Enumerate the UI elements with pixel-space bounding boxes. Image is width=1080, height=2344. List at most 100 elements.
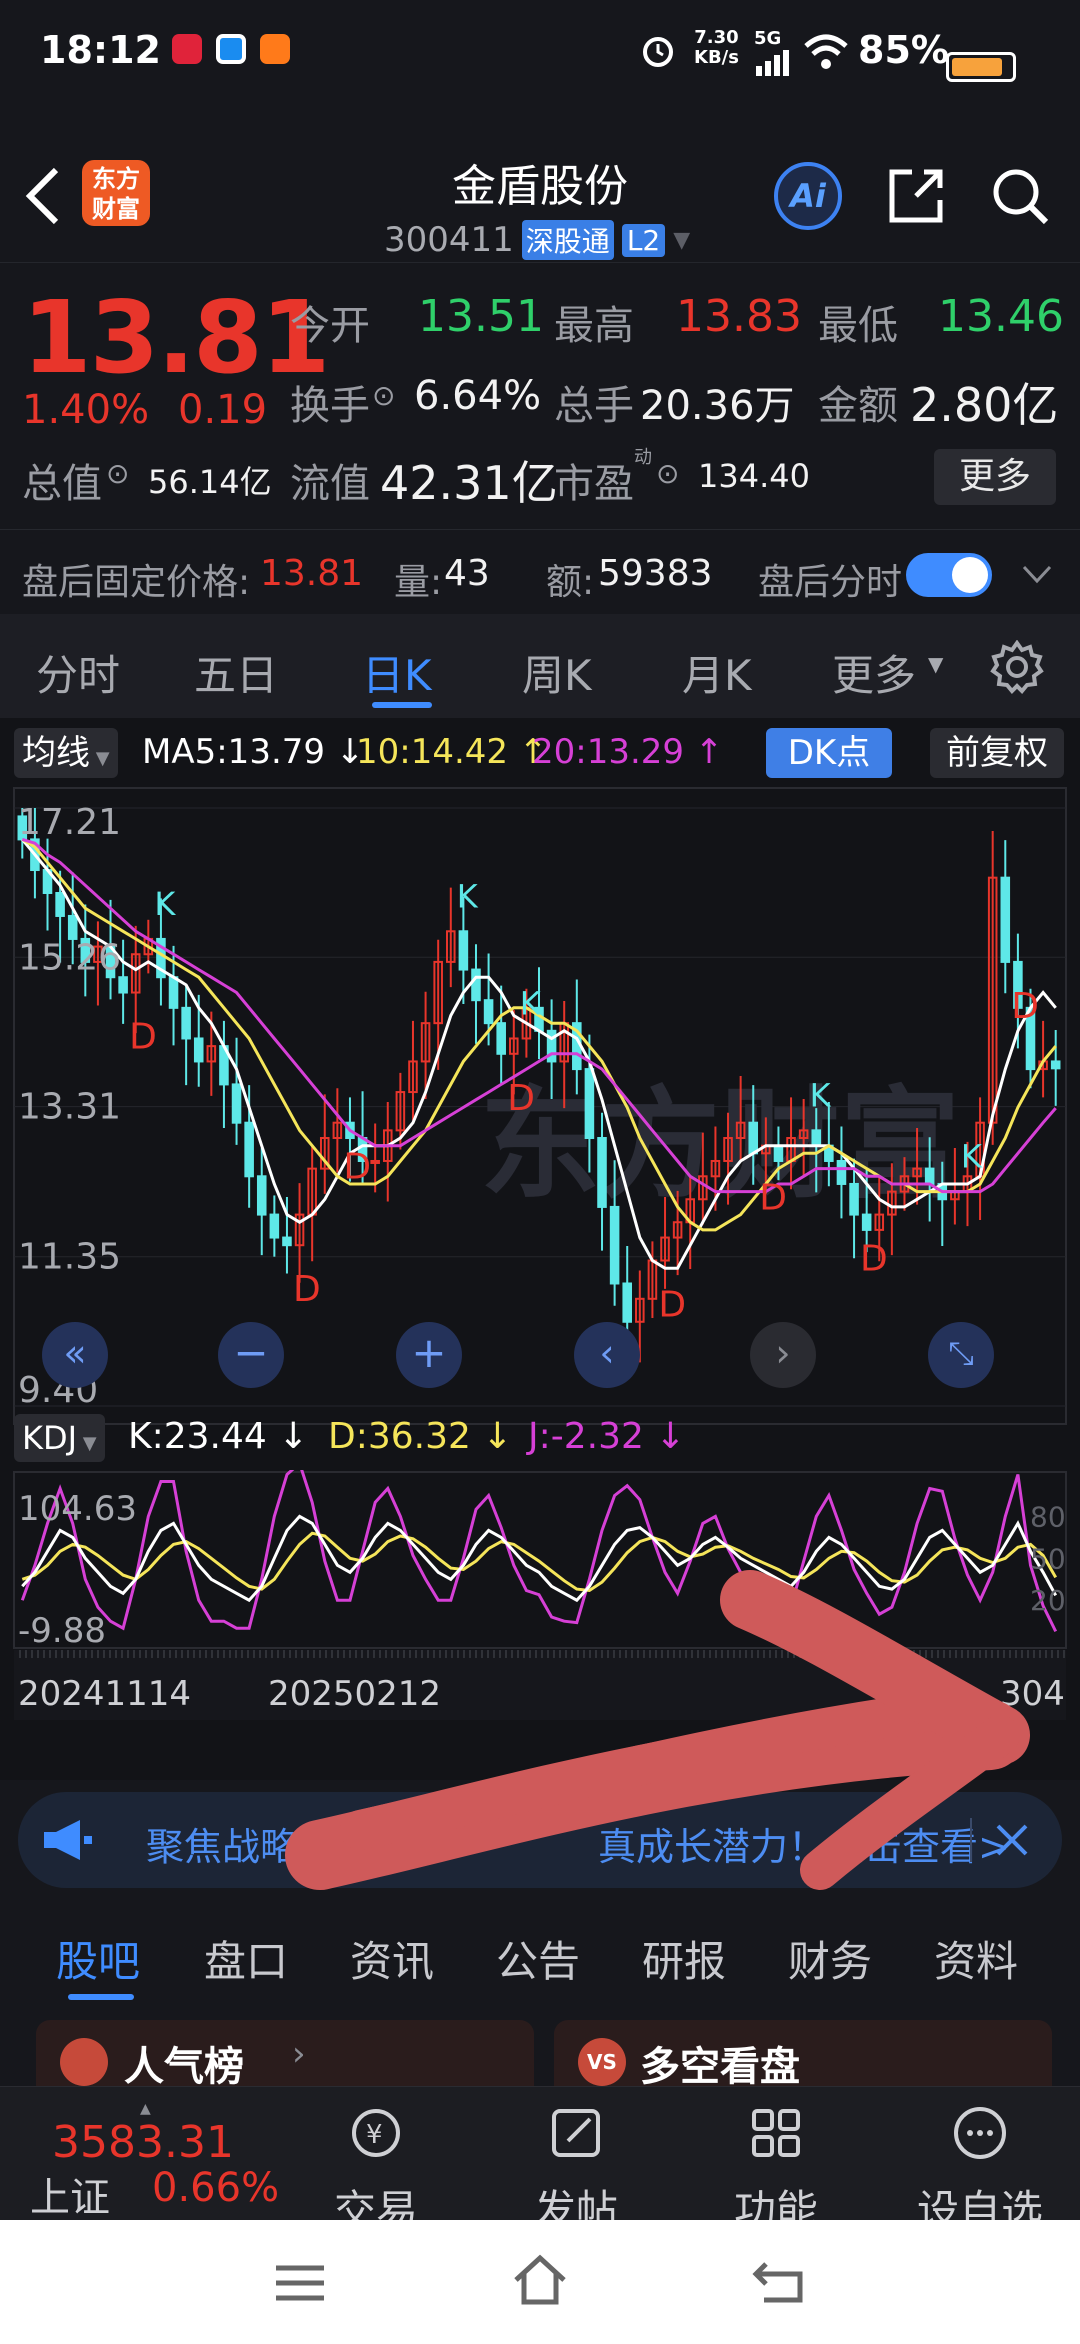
candle-body bbox=[924, 1167, 935, 1185]
tab-announcements[interactable]: 公告 bbox=[496, 1928, 580, 1989]
tab-orderbook[interactable]: 盘口 bbox=[204, 1928, 288, 1989]
index-name: 上证 bbox=[30, 2175, 110, 2221]
kdj-right-tick: 80 bbox=[1030, 1500, 1066, 1533]
info-icon[interactable]: ⊙ bbox=[372, 379, 395, 412]
tab-five-day[interactable]: 五日 bbox=[194, 642, 278, 703]
tab-forum[interactable]: 股吧 bbox=[56, 1928, 140, 1989]
feature-cards: 人气榜 › VS 多空看盘 bbox=[0, 2002, 1080, 2100]
signal-icon bbox=[756, 50, 789, 76]
tab-more[interactable]: 更多 bbox=[832, 642, 916, 703]
volume-value: 20.36万 bbox=[640, 383, 795, 429]
index-widget[interactable]: ▲ 3583.31 上证 0.66% bbox=[22, 2101, 302, 2221]
level-tag: L2 bbox=[621, 223, 666, 257]
share-icon[interactable] bbox=[886, 166, 946, 226]
post-button[interactable]: 发帖 bbox=[506, 2101, 646, 2238]
kdj-k-value: K:23.44 ↓ bbox=[128, 1416, 309, 1457]
add-watchlist-button[interactable]: 设自选 bbox=[910, 2101, 1050, 2238]
ah-volume: 43 bbox=[444, 553, 490, 594]
info-icon[interactable]: ⊙ bbox=[656, 457, 679, 490]
tab-timeshare[interactable]: 分时 bbox=[36, 642, 120, 703]
open-value: 13.51 bbox=[418, 291, 544, 342]
signal-marker-k: K bbox=[520, 984, 542, 1022]
candle-body bbox=[193, 1037, 204, 1063]
battery-percent: 85% bbox=[858, 28, 949, 72]
back-icon[interactable] bbox=[750, 2256, 810, 2308]
pe-value: 134.40 bbox=[698, 457, 810, 495]
kdj-dropdown[interactable]: KDJ ▼ bbox=[14, 1414, 105, 1462]
tab-more-caret: ▼ bbox=[928, 652, 944, 676]
signal-marker-d: D bbox=[1011, 986, 1039, 1027]
period-tabs: 分时 五日 日K 周K 月K 更多 ▼ bbox=[0, 614, 1080, 718]
ma5-value: MA5:13.79 ↓ bbox=[142, 732, 365, 772]
info-icon[interactable]: ⊙ bbox=[106, 457, 129, 490]
nav-left-double-button[interactable]: « bbox=[42, 1322, 108, 1388]
tab-news[interactable]: 资讯 bbox=[350, 1928, 434, 1989]
signal-marker-d: D bbox=[658, 1285, 686, 1326]
low-value: 13.46 bbox=[938, 291, 1064, 342]
ma-dropdown[interactable]: 均线 ▼ bbox=[14, 728, 118, 778]
fullscreen-button[interactable]: ⤡ bbox=[928, 1322, 994, 1388]
adjust-button[interactable]: 前复权 bbox=[930, 728, 1064, 778]
menu-icon[interactable] bbox=[270, 2258, 330, 2308]
signal-marker-d: D bbox=[293, 1269, 321, 1310]
nav-left-button[interactable]: ‹ bbox=[574, 1322, 640, 1388]
vs-icon: VS bbox=[578, 2038, 626, 2086]
after-hours-label: 盘后固定价格: bbox=[22, 562, 251, 603]
kdj-d-value: D:36.32 ↓ bbox=[328, 1416, 513, 1457]
grid-icon bbox=[752, 2109, 800, 2157]
volume-label: 总手 bbox=[554, 383, 634, 429]
candle-body bbox=[609, 1205, 620, 1285]
candle-body bbox=[622, 1282, 632, 1323]
candle-body bbox=[282, 1236, 292, 1247]
signal-marker-d: D bbox=[343, 1147, 371, 1188]
status-bar: 18:12 7.30 KB/s 5G 85% bbox=[0, 0, 1080, 140]
alarm-icon bbox=[643, 37, 673, 67]
chevron-down-icon[interactable] bbox=[1020, 563, 1054, 587]
after-hours-toggle[interactable] bbox=[906, 553, 992, 597]
ah-timeshare-label: 盘后分时 bbox=[758, 562, 903, 603]
candle-body bbox=[584, 1068, 595, 1140]
more-circle-icon bbox=[954, 2107, 1006, 2159]
tab-daily-k[interactable]: 日K bbox=[362, 642, 432, 703]
index-value: 3583.31 bbox=[52, 2117, 234, 2168]
search-icon[interactable] bbox=[988, 164, 1052, 228]
status-time: 18:12 bbox=[40, 28, 161, 72]
candle-body bbox=[849, 1182, 859, 1216]
zoom-out-button[interactable]: − bbox=[218, 1322, 284, 1388]
wifi-icon bbox=[804, 34, 848, 69]
function-button[interactable]: 功能 bbox=[706, 2101, 846, 2238]
home-icon[interactable] bbox=[510, 2252, 570, 2308]
chevron-right-icon: › bbox=[292, 2034, 306, 2074]
mktcap-label: 总值 bbox=[22, 461, 102, 507]
kdj-j-value: J:-2.32 ↓ bbox=[528, 1416, 686, 1457]
market-tag: 深股通 bbox=[521, 220, 614, 260]
more-button[interactable]: 更多 bbox=[934, 449, 1056, 505]
candle-body bbox=[244, 1121, 254, 1178]
ma20-value: 20:13.29 ↑ bbox=[532, 732, 724, 772]
app-notification-icon-1 bbox=[172, 34, 202, 64]
signal-marker-k: K bbox=[457, 877, 479, 915]
low-label: 最低 bbox=[818, 303, 898, 349]
trade-button[interactable]: ¥ 交易 bbox=[306, 2101, 446, 2238]
dropdown-icon[interactable]: ▼ bbox=[673, 228, 690, 253]
tab-finance[interactable]: 财务 bbox=[788, 1928, 872, 1989]
gear-icon[interactable] bbox=[990, 640, 1044, 694]
tab-research[interactable]: 研报 bbox=[642, 1928, 726, 1989]
candlestick-plot[interactable]: 东方财富 K KKKKDDDDDDDD 17.2115.2613.3111.359… bbox=[0, 786, 1080, 1426]
open-label: 今开 bbox=[290, 303, 370, 349]
signal-marker-k: K bbox=[810, 1076, 832, 1114]
signal-marker-d: D bbox=[129, 1017, 157, 1058]
amount-value: 2.80亿 bbox=[910, 378, 1059, 432]
dk-point-button[interactable]: DK点 bbox=[766, 728, 892, 778]
tab-profile[interactable]: 资料 bbox=[934, 1928, 1018, 1989]
candle-body bbox=[67, 914, 78, 940]
candle-body bbox=[458, 930, 469, 971]
ranking-icon bbox=[60, 2038, 108, 2086]
kdj-tick-top: 104.63 bbox=[18, 1489, 137, 1529]
tab-weekly-k[interactable]: 周K bbox=[522, 642, 592, 703]
ai-button[interactable]: Ai bbox=[774, 162, 842, 230]
nav-right-button[interactable]: › bbox=[750, 1322, 816, 1388]
tab-monthly-k[interactable]: 月K bbox=[682, 642, 752, 703]
zoom-in-button[interactable]: + bbox=[396, 1322, 462, 1388]
popularity-title: 人气榜 bbox=[124, 2044, 244, 2090]
